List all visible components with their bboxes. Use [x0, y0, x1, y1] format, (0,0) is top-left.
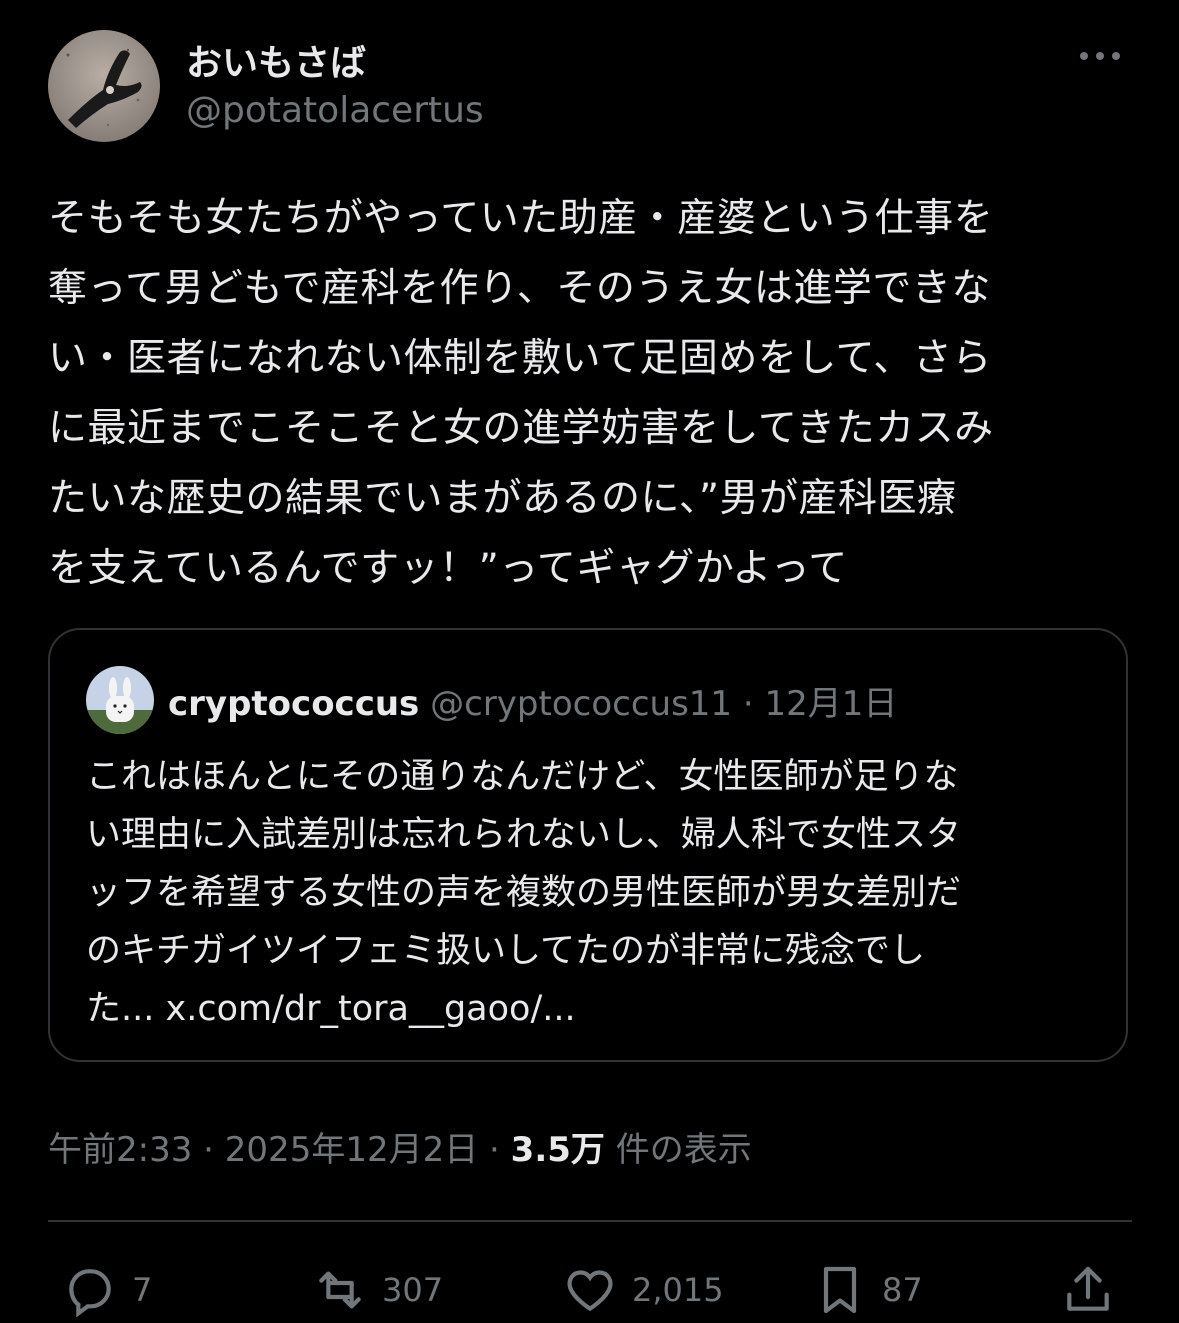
meta-separator: · [203, 1130, 214, 1170]
quote-handle[interactable]: @cryptococcus11 [430, 684, 732, 724]
meta-separator-2: · [489, 1130, 500, 1170]
more-options-button[interactable] [1080, 38, 1132, 74]
reply-count: 7 [132, 1271, 153, 1309]
heart-icon [567, 1270, 613, 1312]
views-label: 件の表示 [615, 1130, 752, 1170]
retweet-count: 307 [382, 1271, 444, 1309]
share-button[interactable] [1060, 1262, 1116, 1318]
tweet-date[interactable]: 2025年12月2日 [225, 1130, 478, 1170]
quote-text: これはほんとにその通りなんだけど、女性医師が足りな い理由に入試差別は忘れられな… [86, 757, 962, 1029]
tweet-text: そもそも女たちがやっていた助産・産婆という仕事を 奪って男どもで産科を作り、その… [48, 196, 994, 591]
bookmark-count: 87 [882, 1271, 923, 1309]
quote-date[interactable]: 12月1日 [764, 684, 897, 724]
tweet-meta: 午前2:33 · 2025年12月2日 · 3.5万 件の表示 [48, 1122, 752, 1171]
reply-icon [69, 1269, 111, 1318]
views-count[interactable]: 3.5万 [511, 1130, 605, 1170]
quote-header: cryptococcus @cryptococcus11 · 12月1日 [168, 676, 897, 725]
quote-separator: · [742, 684, 754, 724]
quote-author-avatar[interactable] [86, 666, 154, 734]
reply-button[interactable]: 7 [62, 1262, 152, 1318]
bookmark-icon [823, 1266, 857, 1314]
retweet-icon [319, 1271, 361, 1309]
bookmark-button[interactable]: 87 [812, 1262, 923, 1318]
like-button[interactable]: 2,015 [562, 1262, 724, 1318]
action-bar: 7 307 2,015 87 [0, 1262, 1179, 1322]
divider [48, 1220, 1132, 1222]
lizard-avatar-icon [48, 30, 160, 142]
rabbit-avatar-icon [86, 666, 154, 734]
quoted-tweet-card[interactable]: cryptococcus @cryptococcus11 · 12月1日 これは… [48, 628, 1128, 1062]
quote-display-name[interactable]: cryptococcus [168, 684, 419, 724]
author-display-name[interactable]: おいもさば [186, 34, 366, 86]
tweet-time[interactable]: 午前2:33 [48, 1130, 192, 1170]
retweet-button[interactable]: 307 [312, 1262, 443, 1318]
author-handle[interactable]: @potatolacertus [186, 90, 484, 131]
share-icon [1067, 1266, 1109, 1311]
like-count: 2,015 [632, 1271, 724, 1309]
more-icon [1080, 52, 1120, 60]
author-avatar[interactable] [48, 30, 160, 142]
